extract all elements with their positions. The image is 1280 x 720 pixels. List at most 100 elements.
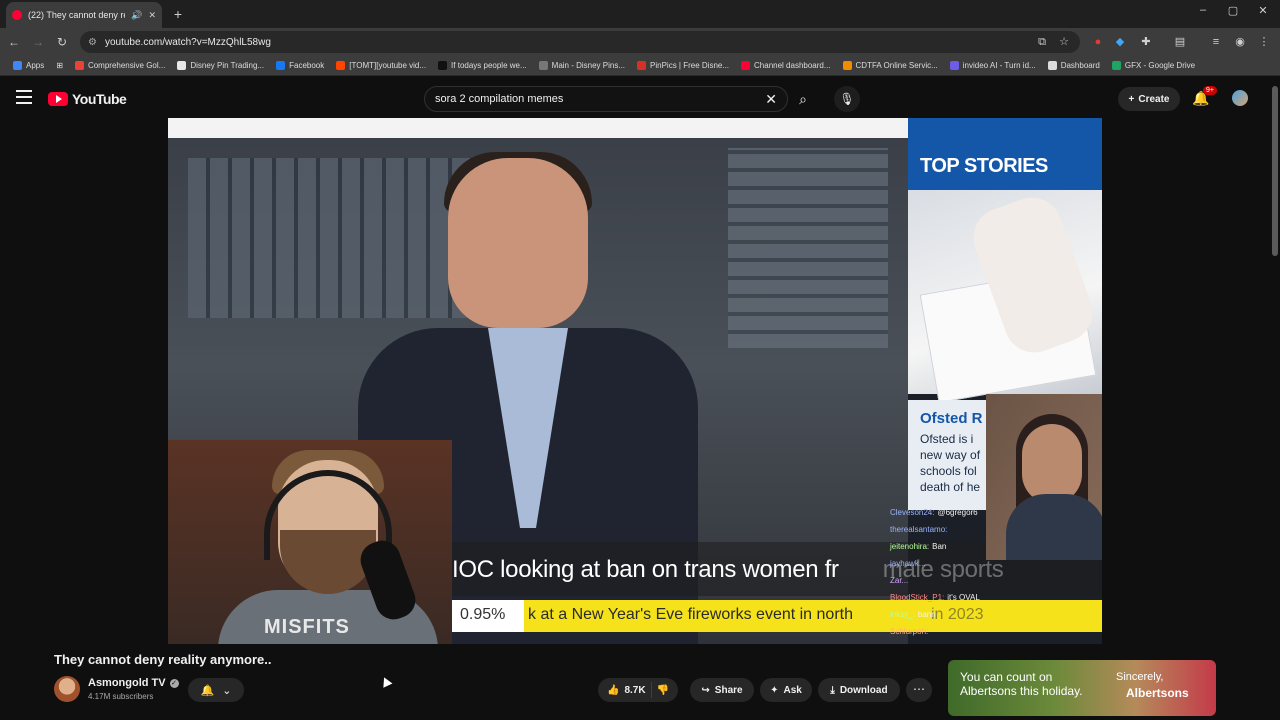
bookmark-item[interactable]: GFX - Google Drive	[1107, 57, 1200, 75]
bookmark-label: Channel dashboard...	[754, 61, 831, 70]
like-divider	[650, 682, 652, 698]
voice-search-mic-icon[interactable]: 🎙	[834, 86, 860, 112]
chat-message: Cleveson24: @6gregor6	[890, 504, 1090, 521]
bookmark-label: CDTFA Online Servic...	[855, 61, 938, 70]
subscribed-bell-button[interactable]: 🔔 ⌄	[188, 678, 244, 702]
chat-username: BloodStick_P1:	[890, 593, 945, 602]
like-count: 8.7K	[624, 684, 646, 696]
share-label: Share	[714, 684, 743, 696]
youtube-logo[interactable]: YouTube	[48, 91, 127, 107]
search-query: sora 2 compilation memes	[435, 93, 564, 105]
chat-message: therealsantamo:	[890, 521, 1090, 538]
albertsons-ad-banner[interactable]: You can count on Albertsons this holiday…	[948, 660, 1216, 716]
youtube-play-icon	[48, 92, 68, 106]
site-info-icon[interactable]: ⚙	[88, 37, 97, 48]
bookmark-favicon-icon	[336, 61, 346, 70]
close-tab-icon[interactable]: ✕	[148, 10, 156, 21]
bookmark-item[interactable]: Comprehensive Gol...	[70, 57, 170, 75]
browser-tab[interactable]: (22) They cannot deny reali 🔊 ✕	[6, 2, 162, 28]
bookmark-favicon-icon	[949, 61, 959, 70]
audio-playing-icon[interactable]: 🔊	[131, 10, 142, 21]
menu-hamburger-icon[interactable]	[16, 90, 32, 104]
anchor-face	[448, 158, 588, 328]
channel-name-text: Asmongold TV	[88, 677, 166, 689]
bookmark-item[interactable]: [TOMT][youtube vid...	[331, 57, 431, 75]
chat-message: jayhawk...	[890, 555, 1090, 572]
channel-avatar[interactable]	[54, 676, 80, 702]
streamer-webcam: MISFITS	[168, 440, 452, 644]
newsroom-monitors	[188, 158, 488, 318]
crawl-percentage: 0.95%	[452, 600, 524, 632]
maximize-button[interactable]: ▢	[1218, 4, 1248, 17]
youtube-header: YouTube sora 2 compilation memes ✕ ⌕ 🎙 +…	[0, 76, 1280, 120]
bookmark-label: Dashboard	[1060, 61, 1100, 70]
extension-red-icon[interactable]: ●	[1090, 34, 1106, 50]
back-arrow-icon[interactable]: ←	[6, 34, 22, 50]
chat-username: Cleveson24:	[890, 508, 935, 517]
bookmark-item[interactable]: Dashboard	[1043, 57, 1105, 75]
bookmark-item[interactable]: Channel dashboard...	[736, 57, 836, 75]
address-bar[interactable]: ⚙ youtube.com/watch?v=MzzQhlL58wg	[80, 31, 1080, 53]
bell-icon: 🔔	[200, 684, 215, 697]
youtube-favicon-icon	[12, 10, 22, 20]
minimize-button[interactable]: –	[1188, 4, 1218, 16]
like-button[interactable]: 👍 8.7K	[607, 685, 646, 696]
extensions-puzzle-icon[interactable]: ✚	[1138, 34, 1154, 50]
account-avatar[interactable]	[1232, 90, 1248, 106]
bookmark-item[interactable]: Facebook	[271, 57, 329, 75]
create-button[interactable]: + Create	[1118, 87, 1180, 111]
extension-blue-icon[interactable]: ◆	[1112, 34, 1128, 50]
bookmark-item[interactable]: If todays people we...	[433, 57, 532, 75]
bookmark-item[interactable]: Apps	[8, 57, 49, 75]
ask-label: Ask	[783, 684, 802, 696]
video-player[interactable]: TOP STORIES Ofsted R Ofsted is i new way…	[168, 118, 1108, 644]
chat-message: BloodStick_P1: it's OVAL	[890, 589, 1090, 606]
share-button[interactable]: ↪ Share	[690, 678, 754, 702]
sparkle-icon: ✦	[770, 684, 779, 696]
bookmark-favicon-icon	[637, 61, 647, 70]
stream-chat-overlay: Cleveson24: @6gregor6 therealsantamo: jeite…	[890, 504, 1090, 640]
media-control-icon[interactable]: ≡	[1208, 34, 1224, 50]
bookmark-item[interactable]: PinPics | Free Disne...	[632, 57, 734, 75]
youtube-logo-text: YouTube	[72, 91, 127, 107]
person-one-face	[1022, 424, 1082, 504]
bookmark-label: [TOMT][youtube vid...	[349, 61, 427, 70]
download-button[interactable]: ⤓ Download	[818, 678, 900, 702]
page-scrollbar[interactable]	[1272, 86, 1278, 256]
bookmark-label: Main - Disney Pins...	[551, 61, 626, 70]
close-window-button[interactable]: ✕	[1248, 4, 1278, 17]
chat-username: jayhawk...	[890, 559, 926, 568]
bookmark-favicon-icon	[13, 61, 22, 70]
bookmark-item[interactable]: invideo AI - Turn id...	[945, 57, 1041, 75]
search-input[interactable]: sora 2 compilation memes ✕	[424, 86, 788, 112]
broadcast-top-bar	[168, 118, 908, 138]
video-title: They cannot deny reality anymore..	[54, 652, 272, 667]
browser-menu-icon[interactable]: ⋮	[1256, 34, 1272, 50]
bookmark-item[interactable]: Main - Disney Pins...	[534, 57, 630, 75]
search-icon[interactable]: ⌕	[790, 86, 816, 112]
ad-text: You can count on Albertsons this holiday…	[960, 670, 1083, 698]
bookmark-label: Disney Pin Trading...	[190, 61, 265, 70]
new-tab-button[interactable]: +	[168, 4, 188, 24]
subscriber-count: 4.17M subscribers	[88, 692, 154, 701]
side-panel-icon[interactable]: ▤	[1172, 34, 1188, 50]
ask-button[interactable]: ✦ Ask	[760, 678, 812, 702]
thumbs-down-icon[interactable]: 👎	[657, 685, 669, 696]
install-app-icon[interactable]: ⧉	[1034, 34, 1050, 50]
profile-icon[interactable]: ◉	[1232, 34, 1248, 50]
chat-username: jeitenohira:	[890, 542, 930, 551]
bookmark-item[interactable]: Disney Pin Trading...	[172, 57, 269, 75]
tab-groups-icon[interactable]: ⊞	[51, 57, 68, 75]
top-stories-image	[908, 189, 1102, 404]
bookmark-item[interactable]: CDTFA Online Servic...	[838, 57, 943, 75]
bookmark-favicon-icon	[1111, 61, 1121, 70]
more-actions-button[interactable]: ⋯	[906, 678, 932, 702]
newsroom-monitors-right	[728, 148, 888, 348]
tab-title: (22) They cannot deny reali	[28, 10, 125, 20]
reload-icon[interactable]: ↻	[54, 34, 70, 50]
bookmark-star-icon[interactable]: ☆	[1056, 34, 1072, 50]
bookmark-label: PinPics | Free Disne...	[650, 61, 730, 70]
clear-search-icon[interactable]: ✕	[765, 91, 777, 108]
channel-name[interactable]: Asmongold TV ✓	[88, 677, 179, 689]
forward-arrow-icon[interactable]: →	[30, 34, 46, 50]
